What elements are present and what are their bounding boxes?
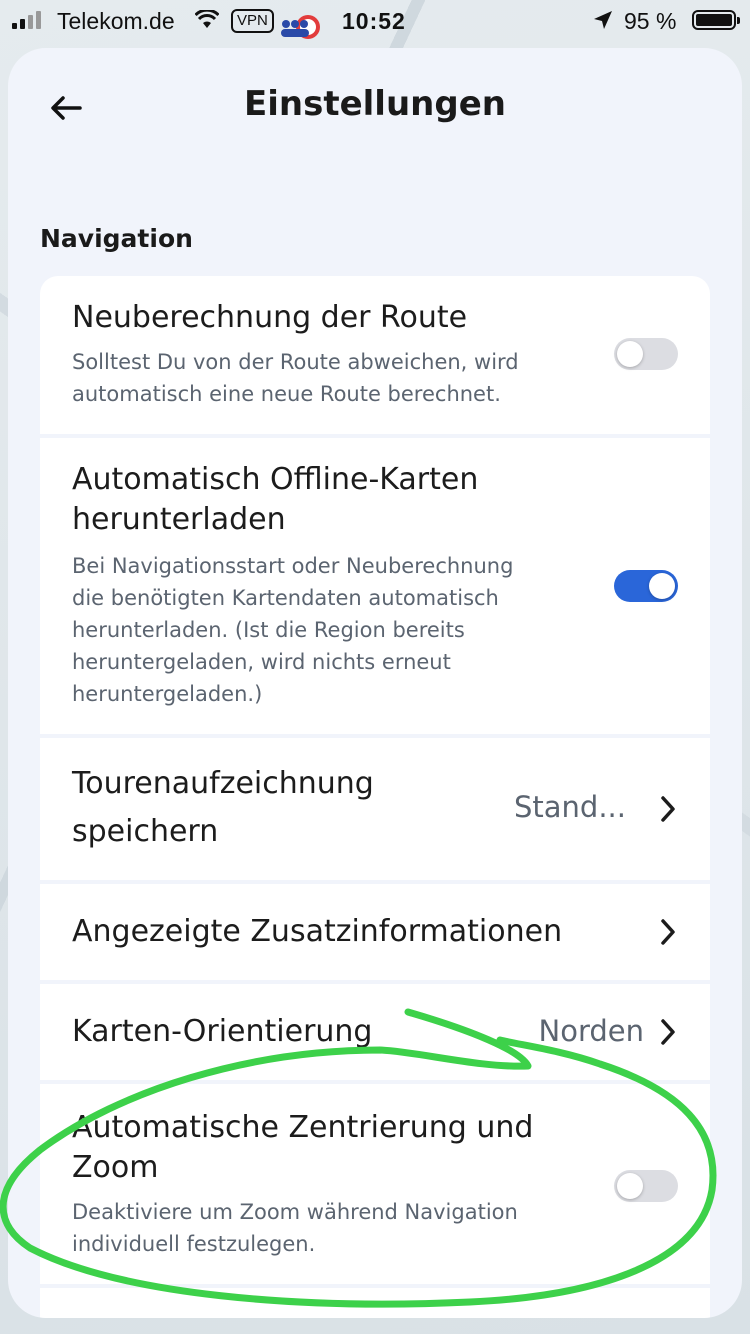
setting-row-map-orientation[interactable]: Karten-Orientierung Norden	[40, 984, 710, 1080]
setting-title: Automatische Zentrierung und	[72, 1110, 534, 1145]
setting-row-tour-recording[interactable]: Tourenaufzeichnung speichern Stand...	[40, 738, 710, 880]
battery-percentage: 95 %	[624, 8, 677, 34]
location-arrow-icon	[594, 11, 612, 29]
setting-description: Solltest Du von der Route abweichen, wir…	[72, 350, 519, 374]
setting-title: Zoom	[72, 1150, 159, 1185]
status-bar: Telekom.de VPN 10:52 95 %	[0, 0, 750, 42]
section-heading-navigation: Navigation	[40, 224, 193, 253]
setting-description: Deaktiviere um Zoom während Navigation	[72, 1200, 518, 1224]
setting-value: Norden	[538, 1014, 644, 1048]
setting-value: Stand...	[514, 790, 626, 824]
setting-title: speichern	[72, 814, 219, 849]
setting-row-reroute[interactable]: Neuberechnung der Route Solltest Du von …	[40, 276, 710, 434]
auto-center-zoom-toggle[interactable]	[614, 1170, 678, 1202]
setting-title: Automatisch Offline-Karten	[72, 462, 479, 497]
vpn-badge: VPN	[231, 9, 274, 33]
navigation-settings-group: Neuberechnung der Route Solltest Du von …	[40, 276, 710, 1318]
offline-maps-toggle[interactable]	[614, 570, 678, 602]
setting-description: individuell festzulegen.	[72, 1232, 316, 1256]
setting-description: Bei Navigationsstart oder Neuberechnung	[72, 554, 514, 578]
reroute-toggle[interactable]	[614, 338, 678, 370]
chevron-right-icon	[661, 796, 675, 822]
setting-title: Angezeigte Zusatzinformationen	[72, 914, 563, 949]
setting-title: Neuberechnung der Route	[72, 300, 468, 335]
setting-title: Karten-Orientierung	[72, 1014, 373, 1049]
setting-title: Tourenaufzeichnung	[72, 766, 374, 801]
setting-row-offline-maps[interactable]: Automatisch Offline-Karten herunterladen…	[40, 438, 710, 734]
setting-title: herunterladen	[72, 502, 286, 537]
carrier-label: Telekom.de	[57, 8, 175, 34]
setting-description: die benötigten Kartendaten automatisch	[72, 586, 499, 610]
clock: 10:52	[342, 8, 406, 34]
setting-row-auto-center-zoom[interactable]: Automatische Zentrierung und Zoom Deakti…	[40, 1084, 710, 1284]
chevron-right-icon	[661, 1019, 675, 1045]
setting-description: automatisch eine neue Route berechnet.	[72, 382, 501, 406]
setting-description: heruntergeladen.)	[72, 682, 263, 706]
setting-row-partial	[40, 1288, 710, 1318]
setting-row-extra-info[interactable]: Angezeigte Zusatzinformationen	[40, 884, 710, 980]
chevron-right-icon	[661, 919, 675, 945]
battery-icon	[692, 10, 740, 30]
signal-icon	[12, 11, 41, 29]
wifi-icon	[195, 10, 219, 28]
setting-description: heruntergeladen, wird nichts erneut	[72, 650, 451, 674]
setting-description: herunterladen. (Ist die Region bereits	[72, 618, 465, 642]
page-title: Einstellungen	[244, 84, 506, 124]
settings-sheet: Einstellungen Navigation Neuberechnung d…	[8, 48, 742, 1318]
app-icon	[281, 15, 320, 39]
